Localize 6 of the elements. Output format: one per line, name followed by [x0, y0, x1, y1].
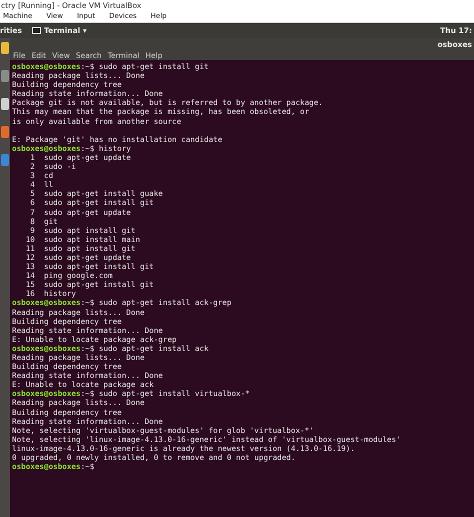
launcher-icon[interactable] [1, 70, 9, 82]
launcher-icon[interactable] [1, 98, 9, 110]
terminal-icon [32, 27, 41, 34]
launcher-icon[interactable] [1, 126, 9, 138]
launcher-icon[interactable] [1, 42, 9, 54]
launcher-icon[interactable] [1, 154, 9, 166]
